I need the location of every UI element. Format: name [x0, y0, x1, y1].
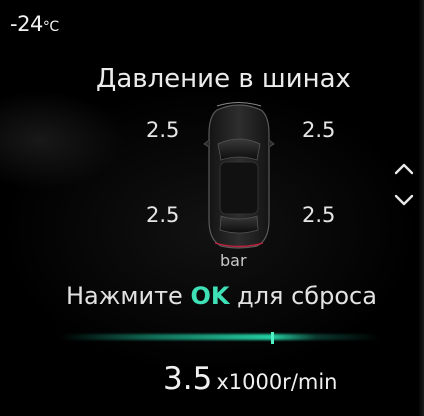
temperature-value: -24: [10, 12, 43, 36]
tire-pressure-rear-left: 2.5: [146, 203, 180, 227]
temperature-unit: °C: [42, 19, 59, 35]
chevron-up-icon[interactable]: [392, 160, 416, 176]
rpm-unit: x1000r/min: [216, 370, 338, 394]
reset-hint-suffix: для сброса: [237, 282, 377, 310]
rpm-bar-glow: [60, 334, 380, 340]
tire-pressure-front-right: 2.5: [302, 118, 336, 142]
pressure-unit-label: bar: [220, 251, 247, 270]
car-top-view-icon: [203, 102, 275, 249]
ok-key-label: OK: [190, 282, 230, 310]
outside-temperature: -24°C: [10, 12, 59, 36]
chevron-down-icon[interactable]: [392, 193, 416, 209]
reset-hint: Нажмите OK для сброса: [66, 282, 377, 310]
tire-pressure-front-left: 2.5: [146, 118, 180, 142]
cluster-screen: -24°C Давление в шинах 2.5 2.5 2.5 2.5 b…: [0, 0, 424, 416]
rpm-bar-marker: [271, 332, 274, 344]
tire-pressure-rear-right: 2.5: [302, 203, 336, 227]
reset-hint-prefix: Нажмите: [66, 282, 183, 310]
rpm-readout: 3.5 x1000r/min: [163, 361, 338, 397]
rpm-value: 3.5: [163, 361, 213, 397]
rpm-bar: [60, 328, 380, 348]
screen-edge: [418, 0, 424, 416]
tire-pressure-title: Давление в шинах: [96, 64, 351, 94]
